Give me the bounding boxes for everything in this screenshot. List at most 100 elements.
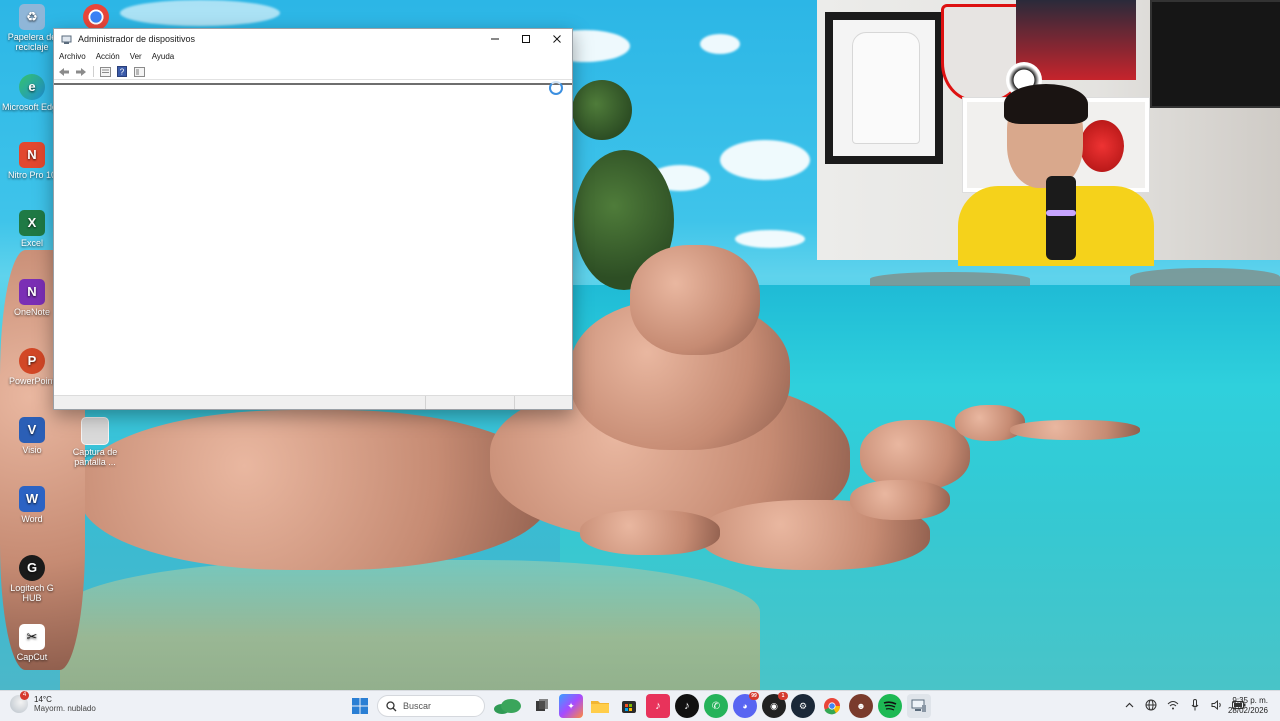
game-button[interactable]: ☻ [849, 694, 873, 718]
toolbar: ? [54, 64, 572, 80]
forward-button[interactable] [74, 66, 88, 78]
spotify-button[interactable] [878, 694, 902, 718]
task-view-icon [536, 699, 548, 711]
cloudy-weather-icon: 4 [10, 691, 29, 713]
obs-button[interactable]: ◉ 1 [762, 692, 788, 718]
maximize-icon [521, 35, 530, 43]
whatsapp-button[interactable]: ✆ [704, 694, 728, 718]
desktop-icon-label: Nitro Pro 10 [7, 170, 57, 180]
device-manager-icon [60, 33, 72, 45]
task-view-button[interactable] [530, 694, 554, 718]
nitro-pro-icon: N [19, 142, 45, 168]
device-manager-icon [911, 699, 926, 712]
device-tree-pane[interactable] [54, 81, 572, 397]
menu-bar: Archivo Acción Ver Ayuda [54, 49, 572, 64]
desktop-icon-label: Captura de pantalla ... [72, 447, 118, 467]
store-icon [622, 701, 636, 713]
menu-accion[interactable]: Acción [96, 52, 120, 61]
title-bar[interactable]: Administrador de dispositivos [54, 29, 572, 49]
store-button[interactable] [617, 694, 641, 718]
spotify-icon [883, 701, 897, 711]
back-button[interactable] [57, 66, 71, 78]
obs-icon: ◉ [770, 700, 778, 711]
widgets-icon [494, 699, 521, 714]
device-manager-window[interactable]: Administrador de dispositivos Archivo Ac… [53, 28, 573, 410]
close-button[interactable] [541, 29, 572, 49]
minimize-icon [490, 38, 499, 40]
loading-spinner-icon [549, 81, 563, 95]
help-icon: ? [117, 66, 127, 77]
taskbar: 4 14°C Mayorm. nublado Buscar ✦ ♪ ♪ ✆ ◕ … [0, 690, 1280, 721]
microphone-icon [1191, 699, 1199, 711]
view-button[interactable] [132, 66, 146, 78]
game-icon: ☻ [856, 701, 866, 711]
desktop-icon-screenshot[interactable]: Captura de pantalla ... [63, 417, 127, 467]
wifi-tray-icon[interactable] [1164, 696, 1182, 714]
clock-date: 28/02/2026 [1227, 706, 1268, 715]
copilot-icon: ✦ [567, 700, 575, 711]
file-explorer-button[interactable] [588, 694, 612, 718]
status-bar [54, 395, 572, 409]
search-icon [386, 700, 397, 711]
word-icon: W [19, 486, 45, 512]
discord-button[interactable]: ◕ 99 [733, 692, 759, 718]
menu-archivo[interactable]: Archivo [59, 52, 86, 61]
widgets-button[interactable] [491, 694, 525, 718]
taskbar-clock[interactable]: 9:35 p. m. 28/02/2026 [1228, 696, 1268, 716]
desktop-icon-logitech[interactable]: G Logitech G HUB [0, 555, 64, 603]
desktop-icon-label: Excel [20, 238, 43, 248]
forward-icon [76, 67, 86, 76]
clock-time: 9:35 p. m. [1232, 696, 1268, 705]
volume-icon [1211, 700, 1221, 710]
chrome-button[interactable] [820, 694, 844, 718]
logitech-ghub-icon: G [19, 555, 45, 581]
excel-icon: X [19, 210, 45, 236]
tiktok-icon: ♪ [655, 700, 661, 712]
volume-tray-icon[interactable] [1208, 696, 1226, 714]
svg-text:?: ? [120, 68, 125, 77]
network-tray-icon[interactable] [1142, 696, 1160, 714]
weather-description: Mayorm. nublado [34, 704, 96, 713]
search-placeholder: Buscar [403, 701, 432, 711]
desktop-icon-visio[interactable]: V Visio [0, 417, 64, 455]
desktop-icon-word[interactable]: W Word [0, 486, 64, 524]
tiktok-studio-button[interactable]: ♪ [646, 694, 670, 718]
start-button[interactable] [348, 694, 372, 718]
chevron-up-icon [1125, 702, 1133, 708]
menu-ver[interactable]: Ver [130, 52, 142, 61]
weather-widget[interactable]: 4 14°C Mayorm. nublado [10, 691, 96, 713]
steam-button[interactable]: ⚙ [791, 694, 815, 718]
obs-badge: 1 [778, 692, 788, 700]
copilot-button[interactable]: ✦ [559, 694, 583, 718]
tiktok-button[interactable]: ♪ [675, 694, 699, 718]
recycle-bin-icon: ♻ [19, 4, 45, 30]
device-manager-taskbar-button[interactable] [907, 694, 931, 718]
properties-icon [99, 66, 111, 77]
desktop-icon-label: Word [21, 514, 43, 524]
desktop-icon-label: OneNote [13, 307, 51, 317]
whatsapp-icon: ✆ [711, 700, 721, 712]
discord-icon: ◕ [742, 701, 748, 711]
taskbar-search-box[interactable]: Buscar [377, 695, 485, 717]
microphone [1046, 176, 1076, 260]
powerpoint-icon: P [19, 348, 45, 374]
discord-badge: 99 [749, 692, 759, 700]
help-button[interactable]: ? [115, 66, 129, 78]
network-icon [1145, 699, 1157, 711]
desktop-icon-capcut[interactable]: ✂ CapCut [0, 624, 64, 662]
maximize-button[interactable] [510, 29, 541, 49]
tray-overflow-button[interactable] [1120, 696, 1138, 714]
close-icon [552, 35, 561, 43]
chrome-icon [83, 4, 109, 30]
file-explorer-icon [591, 701, 609, 713]
desktop-icon-label: Logitech G HUB [10, 583, 54, 603]
steam-icon: ⚙ [798, 700, 808, 711]
capcut-icon: ✂ [19, 624, 45, 650]
desktop-icon-label: CapCut [16, 652, 48, 662]
menu-ayuda[interactable]: Ayuda [152, 52, 175, 61]
minimize-button[interactable] [479, 29, 510, 49]
screenshot-file-icon [81, 417, 109, 445]
microphone-tray-icon[interactable] [1186, 696, 1204, 714]
chrome-icon [824, 698, 841, 715]
properties-button[interactable] [98, 66, 112, 78]
